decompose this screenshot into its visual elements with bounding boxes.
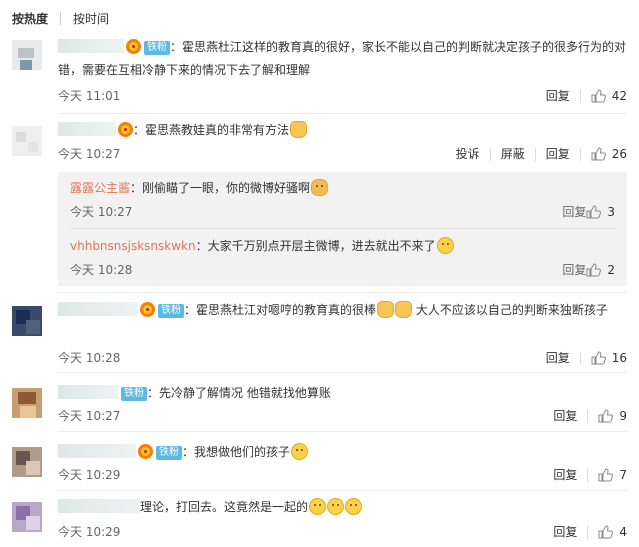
laughing-emoji-icon — [291, 443, 309, 460]
username[interactable] — [58, 122, 116, 136]
reply-button[interactable]: 回复 — [553, 522, 577, 542]
thinking-emoji-icon — [327, 498, 345, 515]
thumbs-up-icon[interactable] — [591, 147, 606, 161]
username[interactable] — [58, 302, 138, 316]
timestamp: 今天 11:01 — [58, 89, 121, 103]
username[interactable] — [58, 385, 118, 399]
comment-item: ：霍思燕教娃真的非常有方法 今天 10:27 投诉 屏蔽 回复 26 — [0, 118, 639, 166]
thinking-emoji-icon — [436, 237, 454, 254]
like-count: 16 — [611, 351, 627, 365]
crown-badge-icon — [138, 444, 153, 459]
username[interactable] — [58, 499, 140, 513]
reply-button[interactable]: 回复 — [546, 348, 570, 368]
comment-item: 理论，打回去。这竟然是一起的 今天 10:29 回复 4 — [0, 496, 639, 546]
thumbs-up-icon[interactable] — [598, 468, 614, 482]
timestamp: 今天 10:28 — [70, 263, 133, 277]
reply-text: ：大家千万别点开层主微博，进去就出不来了 — [195, 239, 436, 253]
thinking-emoji-icon — [345, 498, 363, 515]
comment-text: ：霍思燕杜江对嗯哼的教育真的很棒 — [184, 303, 377, 317]
avatar[interactable] — [12, 306, 42, 336]
reply-username[interactable]: 露露公主酱 — [70, 181, 130, 195]
thumbs-up-emoji-icon — [377, 301, 395, 318]
username[interactable] — [58, 39, 124, 53]
fan-badge[interactable]: 铁粉 — [144, 41, 170, 55]
comment-item: 铁粉 ：霍思燕杜江这样的教育真的很好，家长不能以自己的判断就决定孩子的很多行为的对… — [0, 36, 639, 112]
divider — [70, 228, 615, 229]
comment-item: 铁粉 ：霍思燕杜江对嗯哼的教育真的很棒 大人不应该以自己的判断来独断孩子 今天 1… — [0, 298, 639, 368]
comment-text: 理论，打回去。这竟然是一起的 — [140, 500, 309, 514]
sort-divider — [60, 11, 62, 25]
reply-button[interactable]: 回复 — [546, 144, 570, 164]
fan-badge[interactable]: 铁粉 — [158, 304, 184, 318]
thumbs-up-icon[interactable] — [598, 409, 614, 423]
timestamp: 今天 10:28 — [58, 351, 121, 365]
reply-username[interactable]: vhhbnsnsjsksnskwkn — [70, 239, 196, 253]
thumbs-up-icon[interactable] — [598, 525, 614, 539]
reply-button[interactable]: 回复 — [553, 465, 577, 485]
timestamp: 今天 10:29 — [58, 525, 121, 539]
thumbs-up-icon[interactable] — [591, 351, 606, 365]
like-count: 3 — [607, 205, 615, 219]
reply-button[interactable]: 回复 — [562, 260, 586, 280]
reply-text: ：刚偷瞄了一眼，你的微博好骚啊 — [130, 181, 311, 195]
like-count: 4 — [619, 525, 627, 539]
comment-text: ：霍思燕教娃真的非常有方法 — [133, 123, 290, 137]
like-count: 26 — [611, 147, 627, 161]
divider — [58, 431, 627, 432]
like-count: 9 — [619, 409, 627, 423]
avatar[interactable] — [12, 40, 42, 70]
timestamp: 今天 10:27 — [58, 147, 121, 161]
thumbs-up-emoji-icon — [290, 121, 308, 138]
comment-text-continued: 大人不应该以自己的判断来独断孩子 — [415, 303, 608, 317]
fan-badge[interactable]: 铁粉 — [121, 387, 147, 401]
reply-button[interactable]: 回复 — [546, 86, 570, 106]
reply-button[interactable]: 回复 — [553, 406, 577, 426]
sort-by-time[interactable]: 按时间 — [73, 10, 109, 27]
like-count: 7 — [619, 468, 627, 482]
fan-badge[interactable]: 铁粉 — [156, 446, 182, 460]
like-count: 42 — [611, 89, 627, 103]
divider — [58, 372, 627, 373]
sort-by-hot[interactable]: 按热度 — [12, 10, 48, 27]
thumbs-up-icon[interactable] — [586, 205, 602, 219]
comment-item: 铁粉 ：我想做他们的孩子 今天 10:29 回复 7 — [0, 439, 639, 487]
reply-thread: 露露公主酱：刚偷瞄了一眼，你的微博好骚啊 今天 10:27 回复 3 vhhbn… — [58, 172, 627, 286]
divider — [58, 113, 627, 114]
avatar[interactable] — [12, 388, 42, 418]
avatar[interactable] — [12, 126, 42, 156]
block-button[interactable]: 屏蔽 — [501, 144, 525, 164]
like-count: 2 — [607, 263, 615, 277]
cat-emoji-icon — [311, 179, 329, 196]
sort-bar: 按热度 按时间 — [12, 8, 109, 28]
avatar[interactable] — [12, 447, 42, 477]
thinking-emoji-icon — [309, 498, 327, 515]
username[interactable] — [58, 444, 136, 458]
crown-badge-icon — [126, 39, 141, 54]
crown-badge-icon — [118, 122, 133, 137]
thumbs-up-icon[interactable] — [586, 263, 602, 277]
timestamp: 今天 10:27 — [70, 205, 133, 219]
comment-item: 铁粉 ：先冷静了解情况 他错就找他算账 今天 10:27 回复 9 — [0, 380, 639, 428]
thumbs-up-icon[interactable] — [591, 89, 606, 103]
reply-button[interactable]: 回复 — [562, 202, 586, 222]
report-button[interactable]: 投诉 — [456, 144, 480, 164]
crown-badge-icon — [140, 302, 155, 317]
divider — [58, 292, 627, 293]
timestamp: 今天 10:29 — [58, 468, 121, 482]
thumbs-up-emoji-icon — [395, 301, 413, 318]
timestamp: 今天 10:27 — [58, 409, 121, 423]
comment-text: ：我想做他们的孩子 — [182, 445, 291, 459]
comment-text: ：先冷静了解情况 他错就找他算账 — [147, 386, 331, 400]
avatar[interactable] — [12, 502, 42, 532]
divider — [58, 490, 627, 491]
